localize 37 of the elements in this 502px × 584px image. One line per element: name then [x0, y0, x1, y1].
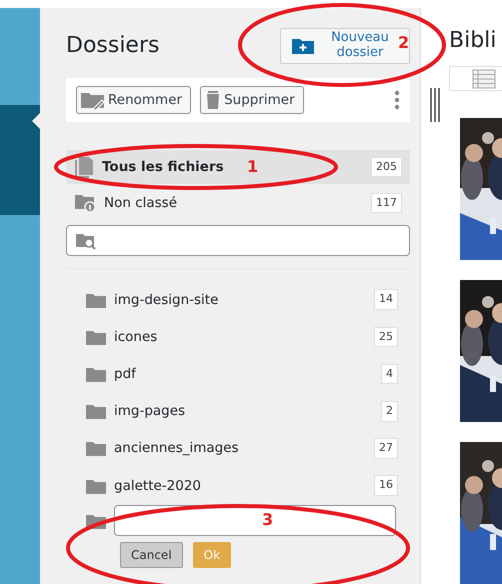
count-badge: 2	[381, 401, 398, 422]
folder-info-icon	[74, 193, 96, 214]
folder-list-item[interactable]: icones 25	[66, 318, 410, 356]
cancel-button[interactable]: Cancel	[120, 542, 183, 568]
annotation-number: 1	[247, 159, 258, 175]
count-badge: 205	[371, 156, 402, 178]
count-badge: 27	[374, 438, 398, 459]
folder-list-item[interactable]: pdf 4	[66, 356, 410, 393]
folder-list-item[interactable]: anciennes_images 27	[66, 430, 410, 468]
folder-icon	[86, 328, 106, 345]
folder-icon	[86, 366, 106, 382]
count-badge: 4	[381, 364, 398, 384]
panel-title: Dossiers	[66, 34, 160, 57]
count-badge: 16	[374, 475, 398, 496]
delete-button[interactable]: Supprimer	[200, 86, 304, 114]
folder-list-item[interactable]: Non classé 117	[66, 186, 410, 220]
rename-button[interactable]: Renommer	[76, 86, 192, 114]
folder-icon	[86, 478, 106, 494]
folder-icon	[86, 440, 106, 456]
folder-icon	[86, 403, 106, 420]
drag-handle-icon[interactable]	[430, 88, 440, 122]
folder-list-item[interactable]: img-pages 2	[66, 392, 410, 430]
library-title: Bibli	[449, 30, 498, 52]
folder-edit-icon	[80, 90, 106, 110]
annotation-number: 3	[262, 512, 274, 528]
files-icon	[74, 156, 94, 178]
count-badge: 117	[371, 192, 402, 214]
more-options-icon[interactable]	[394, 90, 400, 110]
annotation-number: 2	[398, 35, 410, 51]
count-badge: 25	[374, 326, 398, 348]
count-badge: 14	[374, 289, 398, 310]
folder-icon	[86, 292, 106, 308]
folder-list-item[interactable]: galette-2020 16	[66, 467, 410, 504]
folder-plus-icon	[291, 36, 315, 55]
folder-list-item[interactable]: img-design-site 14	[66, 281, 410, 318]
search-field[interactable]	[66, 225, 410, 256]
folder-search-icon	[75, 232, 97, 250]
